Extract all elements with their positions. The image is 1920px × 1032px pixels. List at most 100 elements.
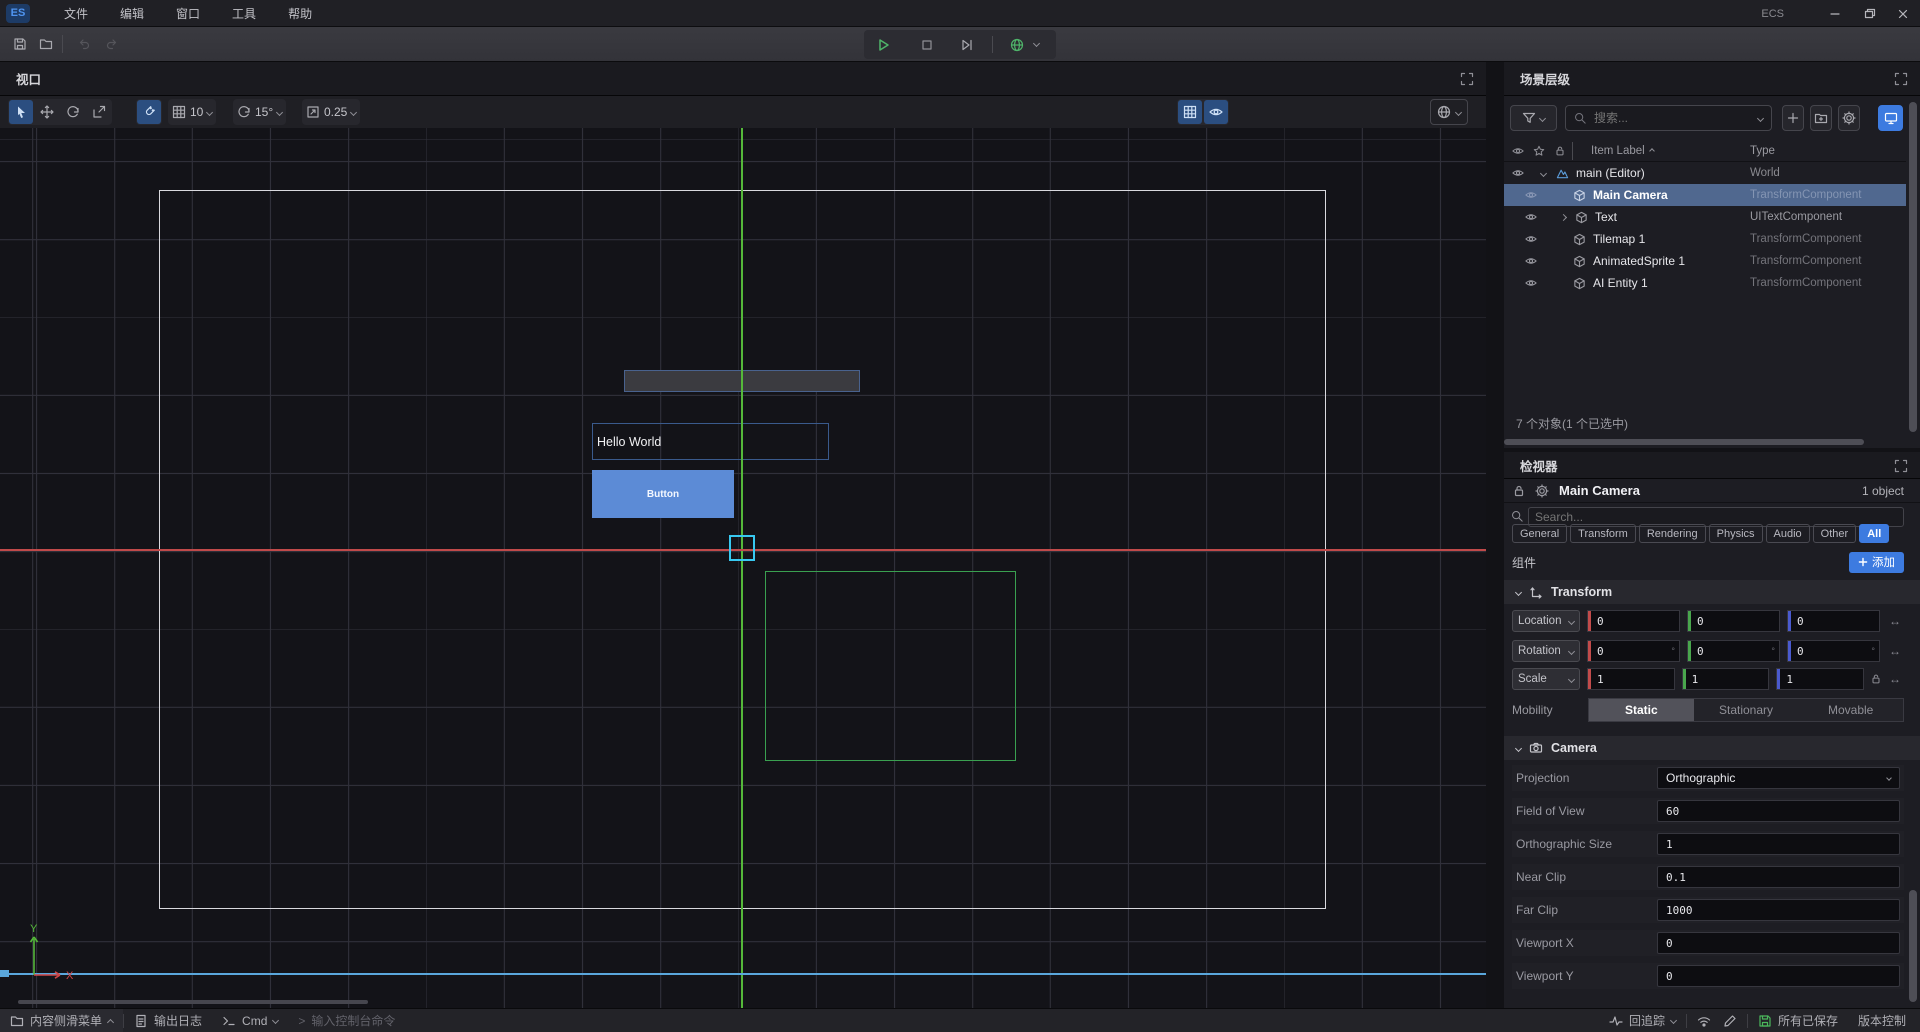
world-mode-chevron-icon[interactable] <box>1033 40 1040 47</box>
world-mode-button[interactable] <box>1002 34 1032 55</box>
hierarchy-expand-button[interactable] <box>1894 72 1908 86</box>
version-control-button[interactable]: 版本控制 <box>1848 1009 1916 1032</box>
output-log-button[interactable]: 输出日志 <box>124 1009 212 1032</box>
location-x-field[interactable]: 0 <box>1587 610 1680 632</box>
lock-icon[interactable] <box>1512 484 1526 498</box>
content-drawer-button[interactable]: 内容侧滑菜单 <box>0 1009 123 1032</box>
tab-rendering[interactable]: Rendering <box>1639 524 1706 543</box>
tab-general[interactable]: General <box>1512 524 1567 543</box>
guide-line-handle[interactable] <box>0 970 9 977</box>
button-object[interactable]: Button <box>592 470 734 518</box>
hierarchy-row-main[interactable]: main (Editor) World <box>1504 162 1906 184</box>
section-collapse-icon[interactable] <box>1515 588 1522 595</box>
hierarchy-horizontal-scrollbar[interactable] <box>1504 439 1864 445</box>
menu-window[interactable]: 窗口 <box>164 5 212 22</box>
add-entity-button[interactable] <box>1782 105 1804 131</box>
hierarchy-row-animatedsprite[interactable]: AnimatedSprite 1 TransformComponent <box>1504 250 1906 272</box>
snap-toggle-button[interactable] <box>137 100 161 124</box>
view-mode-chevron-icon[interactable] <box>1455 108 1462 115</box>
open-folder-button[interactable] <box>34 32 58 56</box>
scale-z-field[interactable]: 1 <box>1776 668 1864 690</box>
column-item-label[interactable]: Item Label <box>1591 145 1645 157</box>
filter-button[interactable] <box>1510 105 1557 131</box>
hierarchy-row-main-camera[interactable]: Main Camera TransformComponent <box>1504 184 1906 206</box>
inspector-expand-button[interactable] <box>1894 459 1908 473</box>
tab-audio[interactable]: Audio <box>1766 524 1810 543</box>
rotation-link-icon[interactable]: ↔ <box>1886 644 1904 658</box>
near-clip-input[interactable]: 0.1 <box>1657 866 1900 888</box>
viewport-x-input[interactable]: 0 <box>1657 932 1900 954</box>
location-y-field[interactable]: 0 <box>1687 610 1780 632</box>
stop-button[interactable] <box>912 34 942 55</box>
save-button[interactable] <box>8 32 32 56</box>
hierarchy-search-input[interactable] <box>1592 110 1752 126</box>
select-tool-button[interactable] <box>9 100 33 124</box>
inspector-vertical-scrollbar[interactable] <box>1909 890 1917 1002</box>
mobility-static[interactable]: Static <box>1589 699 1694 721</box>
canvas-horizontal-scrollbar[interactable] <box>18 1000 368 1004</box>
minimize-button[interactable] <box>1818 0 1852 27</box>
gear-icon[interactable] <box>1535 484 1549 498</box>
rotate-tool-button[interactable] <box>61 100 85 124</box>
inspector-search-input[interactable] <box>1529 510 1903 524</box>
column-type[interactable]: Type <box>1750 145 1775 157</box>
scale-snap-chevron-icon[interactable] <box>350 108 357 115</box>
wifi-icon[interactable] <box>1697 1014 1711 1028</box>
grid-size-chevron-icon[interactable] <box>206 108 213 115</box>
menu-edit[interactable]: 编辑 <box>108 5 156 22</box>
rotation-label-dropdown[interactable]: Rotation <box>1512 640 1580 662</box>
hierarchy-row-tilemap[interactable]: Tilemap 1 TransformComponent <box>1504 228 1906 250</box>
projection-select[interactable]: Orthographic <box>1657 767 1900 789</box>
view-mode-group[interactable] <box>1430 99 1468 125</box>
add-folder-button[interactable] <box>1810 105 1832 131</box>
grid-snap-group[interactable]: 10 <box>168 99 216 125</box>
menu-file[interactable]: 文件 <box>52 5 100 22</box>
far-clip-input[interactable]: 1000 <box>1657 899 1900 921</box>
rotation-x-field[interactable]: 0° <box>1587 640 1680 662</box>
scale-y-field[interactable]: 1 <box>1682 668 1770 690</box>
close-button[interactable] <box>1886 0 1920 27</box>
menu-tools[interactable]: 工具 <box>220 5 268 22</box>
hierarchy-settings-button[interactable] <box>1838 105 1860 131</box>
location-z-field[interactable]: 0 <box>1787 610 1880 632</box>
transform-section-header[interactable]: Transform <box>1504 580 1920 604</box>
scene-canvas[interactable]: Hello World Button Y X <box>0 128 1486 1008</box>
maximize-button[interactable] <box>1852 0 1886 27</box>
rotation-snap-group[interactable]: 15° <box>233 99 286 125</box>
tab-other[interactable]: Other <box>1813 524 1857 543</box>
text-object[interactable]: Hello World <box>592 423 829 460</box>
expander-icon[interactable] <box>1560 213 1567 220</box>
viewport-expand-button[interactable] <box>1460 72 1474 86</box>
expander-icon[interactable] <box>1540 169 1547 176</box>
tab-all[interactable]: All <box>1859 524 1889 543</box>
runtime-view-button[interactable] <box>1878 105 1903 131</box>
camera-section-header[interactable]: Camera <box>1504 736 1920 760</box>
selection-origin-handle[interactable] <box>729 535 755 561</box>
rotation-snap-chevron-icon[interactable] <box>276 108 283 115</box>
scale-snap-group[interactable]: 0.25 <box>302 99 360 125</box>
grid-toggle-button[interactable] <box>1178 100 1202 124</box>
rotation-z-field[interactable]: 0° <box>1787 640 1880 662</box>
redo-button[interactable] <box>100 32 124 56</box>
backtrace-button[interactable]: 回追踪 <box>1599 1009 1686 1032</box>
section-collapse-icon[interactable] <box>1515 744 1522 751</box>
viewport-y-input[interactable]: 0 <box>1657 965 1900 987</box>
move-tool-button[interactable] <box>35 100 59 124</box>
hierarchy-row-ai-entity[interactable]: AI Entity 1 TransformComponent <box>1504 272 1906 294</box>
field-of-view-input[interactable]: 60 <box>1657 800 1900 822</box>
gizmo-visibility-button[interactable] <box>1204 100 1228 124</box>
orthographic-size-input[interactable]: 1 <box>1657 833 1900 855</box>
undo-button[interactable] <box>72 32 96 56</box>
location-link-icon[interactable]: ↔ <box>1886 614 1904 628</box>
location-label-dropdown[interactable]: Location <box>1512 610 1580 632</box>
mobility-movable[interactable]: Movable <box>1798 699 1903 721</box>
menu-help[interactable]: 帮助 <box>276 5 324 22</box>
cmd-button[interactable]: Cmd <box>212 1009 288 1032</box>
tab-physics[interactable]: Physics <box>1709 524 1763 543</box>
mobility-stationary[interactable]: Stationary <box>1694 699 1799 721</box>
hierarchy-row-text[interactable]: Text UITextComponent <box>1504 206 1906 228</box>
step-button[interactable] <box>952 34 982 55</box>
scale-tool-button[interactable] <box>87 100 111 124</box>
tilemap-bounds-rect[interactable] <box>765 571 1016 761</box>
rotation-y-field[interactable]: 0° <box>1687 640 1780 662</box>
